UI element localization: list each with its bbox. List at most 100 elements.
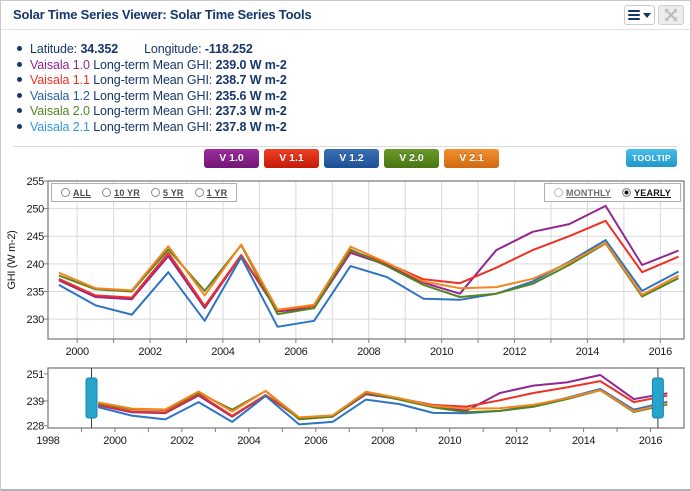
series-name: Vaisala 2.1 [30,119,90,134]
svg-text:2010: 2010 [430,346,453,358]
svg-text:2000: 2000 [103,435,126,447]
svg-text:2016: 2016 [639,435,662,447]
svg-text:239: 239 [27,396,45,408]
radio-1-yr[interactable]: 1 YR [194,187,228,198]
svg-text:240: 240 [27,259,45,271]
divider [13,146,677,147]
svg-text:2014: 2014 [572,435,595,447]
radio-circle-icon [102,188,112,197]
radio-5-yr[interactable]: 5 YR [150,187,184,198]
range-handle-left[interactable] [85,377,98,419]
series-mean-row: Vaisala 2.0 Long-term Mean GHI: 237.3 W … [17,104,287,120]
radio-label: MONTHLY [566,187,612,198]
svg-text:235: 235 [27,286,45,298]
tooltip-button[interactable]: TOOLTIP [626,149,677,167]
svg-text:2014: 2014 [576,346,599,358]
radio-label: ALL [73,187,92,198]
svg-text:1998: 1998 [36,435,59,447]
radio-label: YEARLY [634,187,671,198]
latitude-value: 34.352 [80,42,119,56]
version-button-v-1-2[interactable]: V 1.2 [324,149,379,168]
main-plot-border [47,180,685,340]
latitude-label: Latitude: [30,42,78,56]
version-button-v-2-0[interactable]: V 2.0 [384,149,439,168]
radio-label: 1 YR [206,187,228,198]
bullet-icon [17,46,22,51]
svg-text:2000: 2000 [66,346,89,358]
bullet-icon [17,77,22,82]
mean-value: 237.3 W m-2 [215,104,287,118]
widget-header: Solar Time Series Viewer: Solar Time Ser… [1,1,690,30]
range-handle-right[interactable] [651,377,664,419]
longitude-value: -118.252 [204,42,253,56]
radio-circle-icon [150,188,160,197]
svg-text:2008: 2008 [357,346,380,358]
version-button-v-2-1[interactable]: V 2.1 [444,149,499,168]
range-selection [85,368,664,428]
bullet-icon [17,92,22,98]
svg-text:255: 255 [27,176,45,188]
svg-text:2016: 2016 [649,346,672,358]
longitude-label: Longitude: [144,42,202,56]
mean-label: Long-term Mean GHI: [93,119,213,134]
svg-text:2004: 2004 [211,346,234,358]
mean-value: 235.6 W m-2 [215,88,287,103]
y-axis-title: GHI (W m-2) [6,230,18,289]
radio-circle-icon [61,188,70,197]
series-mean-rows: Vaisala 1.0 Long-term Mean GHI: 239.0 W … [17,58,287,136]
radio-all[interactable]: ALL [61,188,91,198]
series-name: Vaisala 1.1 [30,73,90,87]
hamburger-icon [628,8,640,22]
series-name: Vaisala 1.0 [30,57,90,72]
version-button-v-1-0[interactable]: V 1.0 [204,149,259,168]
svg-text:2012: 2012 [503,346,526,358]
bullet-icon [17,123,22,129]
svg-text:2006: 2006 [304,435,327,447]
solar-time-series-widget: Solar Time Series Viewer: Solar Time Ser… [0,0,691,491]
chevron-down-icon [643,12,651,18]
svg-text:2002: 2002 [138,346,161,358]
version-button-v-1-1[interactable]: V 1.1 [264,149,319,168]
period-radio-group: ALL 10 YR 5 YR 1 YR [51,183,238,202]
mean-value: 239.0 W m-2 [215,57,287,72]
series-mean-row: Vaisala 1.2 Long-term Mean GHI: 235.6 W … [17,89,287,105]
bullet-icon [17,108,22,113]
svg-text:245: 245 [27,231,45,243]
svg-text:230: 230 [27,314,45,326]
granularity-radio-group: MONTHLY YEARLY [544,183,681,202]
series-name: Vaisala 1.2 [30,88,90,103]
mean-value: 237.8 W m-2 [215,119,287,134]
series-mean-row: Vaisala 1.0 Long-term Mean GHI: 239.0 W … [17,58,287,74]
summary-list: Latitude: 34.352 Longitude: -118.252 Vais… [17,42,287,135]
svg-text:228: 228 [27,421,45,433]
radio-label: 5 YR [162,187,184,198]
series-mean-row: Vaisala 2.1 Long-term Mean GHI: 237.8 W … [17,120,287,136]
main-chart-grid [48,180,684,339]
page-title: Solar Time Series Viewer: Solar Time Ser… [13,7,312,22]
series-mean-row: Vaisala 1.1 Long-term Mean GHI: 238.7 W … [17,73,287,89]
mean-value: 238.7 W m-2 [215,73,287,87]
svg-text:2004: 2004 [237,435,260,447]
menu-button[interactable] [624,5,655,25]
mean-label: Long-term Mean GHI: [93,104,213,118]
move-button[interactable] [658,5,684,25]
radio-label: 10 YR [114,187,140,198]
overview-chart[interactable]: 228 239 251 1998 2000 2002 2004 2006 2008 2010 201… [1,361,691,453]
svg-text:2010: 2010 [438,435,461,447]
svg-text:2012: 2012 [505,435,528,447]
radio-monthly[interactable]: MONTHLY [554,188,611,198]
svg-text:2006: 2006 [284,346,307,358]
mean-label: Long-term Mean GHI: [93,73,213,87]
radio-10-yr[interactable]: 10 YR [102,188,140,198]
svg-text:251: 251 [27,369,45,381]
bullet-icon [17,61,22,67]
mean-label: Long-term Mean GHI: [93,57,213,72]
radio-yearly[interactable]: YEARLY [622,188,671,198]
location-row: Latitude: 34.352 Longitude: -118.252 [17,42,287,58]
move-arrows-icon [665,9,677,21]
mean-label: Long-term Mean GHI: [93,88,213,103]
radio-circle-icon [554,188,564,197]
svg-text:2008: 2008 [371,435,394,447]
overview-series-lines [97,374,668,426]
radio-circle-icon [194,188,204,197]
